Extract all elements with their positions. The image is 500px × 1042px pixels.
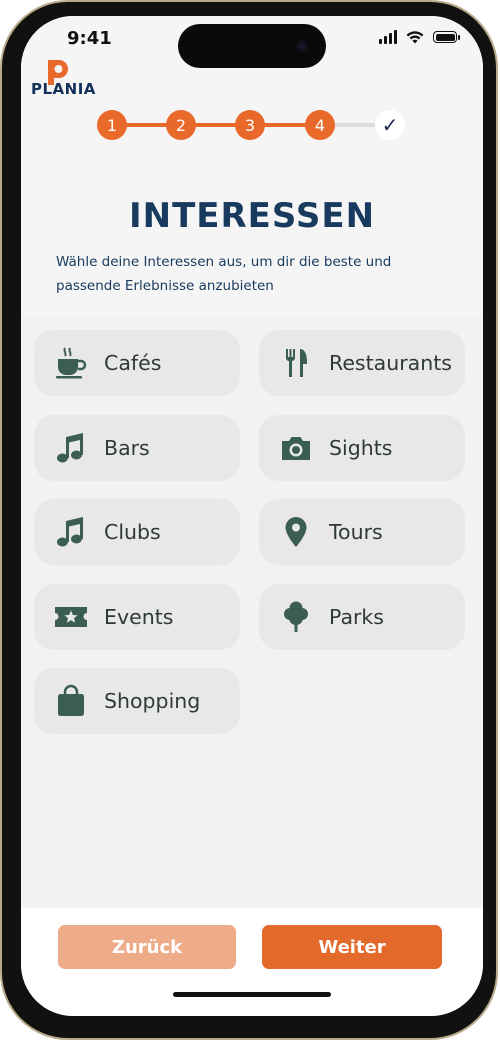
status-icons: [379, 30, 460, 44]
step-2: 2: [166, 110, 196, 140]
wifi-icon: [406, 31, 424, 44]
cellular-signal-icon: [379, 30, 397, 44]
plania-logo: PLANIA: [31, 58, 111, 98]
step-3: 3: [235, 110, 265, 140]
step-1: 1: [97, 110, 127, 140]
interest-label: Tours: [329, 520, 383, 544]
progress-stepper: 1 2 3 4 ✓: [97, 110, 407, 140]
map-pin-icon: [279, 515, 313, 549]
back-button[interactable]: Zurück: [58, 925, 236, 969]
interest-label: Sights: [329, 436, 393, 460]
bottom-action-bar: Zurück Weiter: [21, 908, 483, 1016]
interest-label: Events: [104, 605, 174, 629]
status-time: 9:41: [67, 28, 112, 49]
interest-chip-clubs[interactable]: Clubs: [34, 499, 240, 565]
interest-chip-shopping[interactable]: Shopping: [34, 668, 240, 734]
tree-icon: [279, 600, 313, 634]
interest-label: Shopping: [104, 689, 201, 713]
home-indicator[interactable]: [173, 992, 331, 997]
camera-icon: [279, 431, 313, 465]
interest-label: Parks: [329, 605, 384, 629]
step-4: 4: [305, 110, 335, 140]
battery-icon: [433, 31, 460, 43]
interest-label: Clubs: [104, 520, 161, 544]
music-note-icon: [54, 431, 88, 465]
interest-chip-cafes[interactable]: Cafés: [34, 330, 240, 396]
shopping-bag-icon: [54, 684, 88, 718]
interest-chip-events[interactable]: Events: [34, 584, 240, 650]
interest-chip-tours[interactable]: Tours: [259, 499, 465, 565]
ticket-icon: [54, 600, 88, 634]
app-screen: 9:41 PLANIA 1 2 3 4 ✓ INTERESSEN Wähle d…: [21, 16, 483, 1016]
phone-frame: 9:41 PLANIA 1 2 3 4 ✓ INTERESSEN Wähle d…: [2, 2, 496, 1038]
interest-chip-bars[interactable]: Bars: [34, 415, 240, 481]
page-subtitle: Wähle deine Interessen aus, um dir die b…: [56, 254, 392, 294]
fork-knife-icon: [279, 346, 313, 380]
interest-chip-sights[interactable]: Sights: [259, 415, 465, 481]
interest-chip-parks[interactable]: Parks: [259, 584, 465, 650]
logo-wordmark: PLANIA: [31, 80, 96, 98]
stepper-progress-line: [112, 123, 326, 127]
interest-chip-restaurants[interactable]: Restaurants: [259, 330, 465, 396]
step-final-checkmark-icon: ✓: [375, 110, 405, 140]
music-note-icon: [54, 515, 88, 549]
page-title: INTERESSEN: [128, 196, 376, 236]
next-button[interactable]: Weiter: [262, 925, 442, 969]
interest-label: Bars: [104, 436, 150, 460]
front-camera-icon: [296, 40, 308, 52]
dynamic-island: [178, 24, 326, 68]
coffee-icon: [54, 346, 88, 380]
interest-label: Cafés: [104, 351, 162, 375]
interest-label: Restaurants: [329, 351, 452, 375]
